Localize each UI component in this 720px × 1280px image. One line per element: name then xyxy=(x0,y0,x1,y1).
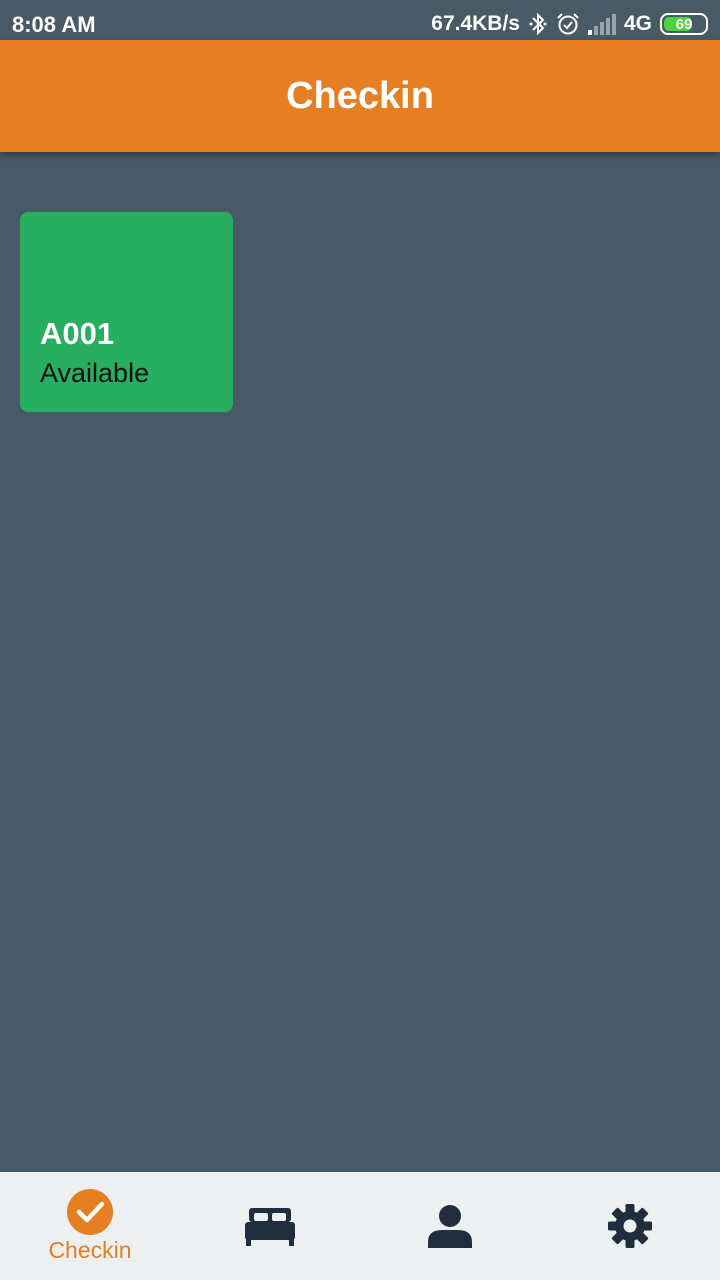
bed-icon xyxy=(245,1208,295,1246)
room-code: A001 xyxy=(40,316,115,351)
gear-icon xyxy=(608,1204,652,1248)
alarm-icon xyxy=(556,12,580,36)
battery-level: 69 xyxy=(675,15,693,33)
net-speed: 67.4KB/s xyxy=(431,12,520,35)
nav-item-settings[interactable] xyxy=(540,1172,720,1280)
status-bar: 8:08 AM 67.4KB/s 4G 69 xyxy=(0,0,720,40)
nav-item-rooms[interactable] xyxy=(180,1172,360,1280)
room-card-a001[interactable]: A001 Available xyxy=(20,212,233,412)
signal-icon xyxy=(587,13,616,35)
app-bar: Checkin xyxy=(0,40,720,152)
battery-icon: 69 xyxy=(660,13,708,35)
bluetooth-icon xyxy=(528,12,548,36)
status-time: 8:08 AM xyxy=(12,12,96,37)
page-title: Checkin xyxy=(286,74,434,117)
checkin-icon xyxy=(67,1188,113,1235)
nav-label-checkin: Checkin xyxy=(48,1236,132,1263)
nav-item-profile[interactable] xyxy=(360,1172,540,1280)
person-icon xyxy=(428,1205,472,1248)
nav-item-checkin[interactable]: Checkin xyxy=(0,1172,180,1280)
room-grid: A001 Available xyxy=(0,152,720,1172)
room-status: Available xyxy=(40,358,150,388)
network-type: 4G xyxy=(623,12,652,35)
bottom-nav: Checkin xyxy=(0,1172,720,1280)
status-indicators: 67.4KB/s 4G 69 xyxy=(431,10,708,38)
